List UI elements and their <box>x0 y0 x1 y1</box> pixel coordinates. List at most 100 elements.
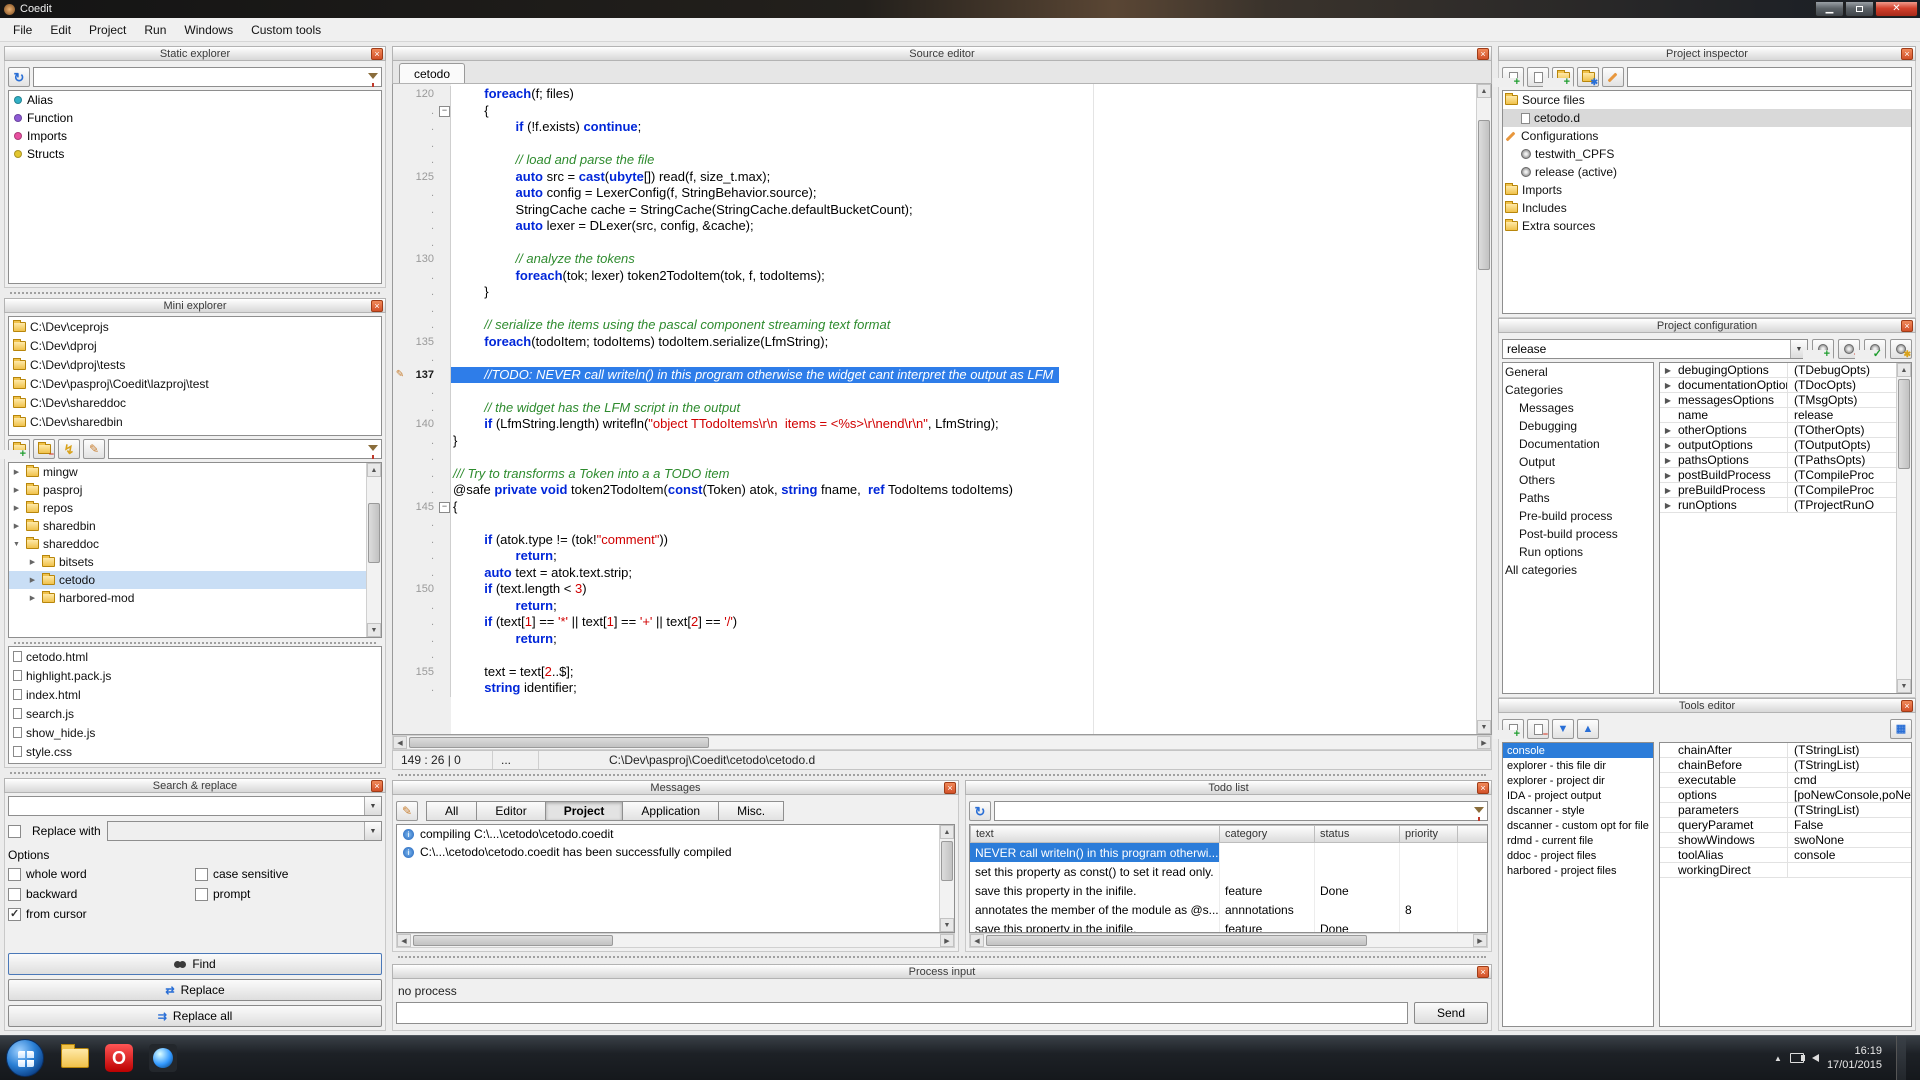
window-titlebar[interactable]: Coedit ▁ ✕ <box>0 0 1920 18</box>
splitter[interactable] <box>4 288 386 298</box>
category-item[interactable]: Documentation <box>1503 435 1653 453</box>
find-button[interactable]: Find <box>8 953 382 975</box>
inspector-tree-item[interactable]: cetodo.d <box>1503 109 1911 127</box>
expand-arrow-icon[interactable]: ▶ <box>1660 456 1676 465</box>
source-editor-header[interactable]: Source editor × <box>392 46 1492 61</box>
messages-header[interactable]: Messages × <box>392 780 959 795</box>
tool-item[interactable]: dscanner - style <box>1503 803 1653 818</box>
show-desktop-button[interactable] <box>1896 1036 1906 1080</box>
property-value[interactable]: (TMsgOpts) <box>1788 393 1911 407</box>
panel-close-icon[interactable]: × <box>1901 48 1913 60</box>
filter-icon[interactable] <box>1474 807 1484 813</box>
scroll-left-icon[interactable]: ◀ <box>970 934 984 947</box>
column-header-text[interactable]: text <box>970 825 1220 843</box>
scroll-down-icon[interactable]: ▼ <box>1477 720 1491 734</box>
process-input[interactable] <box>397 1003 1407 1023</box>
inspector-tree-item[interactable]: release (active) <box>1503 163 1911 181</box>
static-filter-input[interactable] <box>34 68 381 86</box>
property-value[interactable]: (TOutputOpts) <box>1788 438 1911 452</box>
expand-arrow-icon[interactable]: ▶ <box>1660 471 1676 480</box>
dropdown-icon[interactable]: ▼ <box>364 797 381 815</box>
todo-row[interactable]: annotates the member of the module as @s… <box>970 900 1487 919</box>
property-row[interactable]: workingDirect <box>1660 863 1911 878</box>
expander-icon[interactable]: ▶ <box>11 504 22 512</box>
scroll-thumb[interactable] <box>413 935 613 946</box>
splitter[interactable] <box>8 638 382 646</box>
scroll-thumb[interactable] <box>409 737 709 748</box>
column-header-priority[interactable]: priority <box>1400 825 1458 843</box>
code-lines[interactable]: 120foreach(f; files).{.if (!f.exists) co… <box>393 86 1476 697</box>
panel-close-icon[interactable]: × <box>1477 966 1489 978</box>
edit-button[interactable]: ✎ <box>83 439 105 459</box>
send-button[interactable]: Send <box>1414 1002 1488 1024</box>
folder-tree-item[interactable]: ▼ shareddoc <box>9 535 381 553</box>
property-value[interactable]: (TStringList) <box>1788 743 1911 757</box>
message-item[interactable]: i C:\...\cetodo\cetodo.coedit has been s… <box>397 843 954 861</box>
add-config-button[interactable]: ✱ <box>1577 67 1599 87</box>
todo-horizontal-scrollbar[interactable]: ◀ ▶ <box>969 933 1488 948</box>
checkbox[interactable] <box>8 888 21 901</box>
property-value[interactable]: release <box>1788 408 1911 422</box>
add-favorite-button[interactable]: + <box>8 439 30 459</box>
folder-tree-item[interactable]: ▶ mingw <box>9 463 381 481</box>
inspector-tree-item[interactable]: testwith_CPFS <box>1503 145 1911 163</box>
splitter[interactable] <box>392 770 1492 780</box>
expander-icon[interactable]: ▶ <box>11 468 22 476</box>
taskbar-explorer-button[interactable] <box>54 1039 96 1077</box>
property-value[interactable]: (TPathsOpts) <box>1788 453 1911 467</box>
category-item[interactable]: Pre-build process <box>1503 507 1653 525</box>
code-editor[interactable]: 120foreach(f; files).{.if (!f.exists) co… <box>392 84 1492 735</box>
menu-item[interactable]: Edit <box>41 20 80 40</box>
expander-icon[interactable]: ▶ <box>27 594 38 602</box>
checkbox[interactable] <box>8 908 21 921</box>
mini-explorer-header[interactable]: Mini explorer × <box>4 298 386 313</box>
scroll-thumb[interactable] <box>368 503 380 563</box>
expand-arrow-icon[interactable]: ▶ <box>1660 486 1676 495</box>
menu-item[interactable]: Windows <box>175 20 242 40</box>
property-row[interactable]: ▶ outputOptions (TOutputOpts) <box>1660 438 1911 453</box>
scroll-up-icon[interactable]: ▲ <box>1477 84 1491 98</box>
expander-icon[interactable]: ▶ <box>11 522 22 530</box>
panel-close-icon[interactable]: × <box>944 782 956 794</box>
tool-item[interactable]: ddoc - project files <box>1503 848 1653 863</box>
property-row[interactable]: toolAlias console <box>1660 848 1911 863</box>
menu-item[interactable]: Custom tools <box>242 20 330 40</box>
property-row[interactable]: name release <box>1660 408 1911 423</box>
configuration-combobox[interactable]: release ▼ <box>1502 339 1808 359</box>
inspector-tree-item[interactable]: Extra sources <box>1503 217 1911 235</box>
filter-icon[interactable] <box>368 73 378 79</box>
checkbox[interactable] <box>195 888 208 901</box>
scroll-up-icon[interactable]: ▲ <box>1897 363 1911 377</box>
search-replace-header[interactable]: Search & replace × <box>4 778 386 793</box>
scroll-right-icon[interactable]: ▶ <box>940 934 954 947</box>
tool-item[interactable]: rdmd - current file <box>1503 833 1653 848</box>
expand-arrow-icon[interactable]: ▶ <box>1660 381 1676 390</box>
tool-item[interactable]: explorer - project dir <box>1503 773 1653 788</box>
category-item[interactable]: All categories <box>1503 561 1653 579</box>
todo-row[interactable]: NEVER call writeln() in this program oth… <box>970 843 1487 862</box>
property-value[interactable]: (TCompileProc <box>1788 483 1911 497</box>
panel-close-icon[interactable]: × <box>1901 700 1913 712</box>
category-item[interactable]: Output <box>1503 453 1653 471</box>
search-option[interactable]: from cursor <box>8 907 195 921</box>
file-item[interactable]: cetodo.html <box>9 647 381 666</box>
panel-close-icon[interactable]: × <box>1901 320 1913 332</box>
dropdown-icon[interactable]: ▼ <box>364 822 381 840</box>
config-add-button[interactable]: + <box>1812 339 1834 359</box>
property-row[interactable]: ▶ preBuildProcess (TCompileProc <box>1660 483 1911 498</box>
property-row[interactable]: parameters (TStringList) <box>1660 803 1911 818</box>
editor-vertical-scrollbar[interactable]: ▲ ▼ <box>1476 84 1491 734</box>
messages-tab[interactable]: Misc. <box>718 801 784 821</box>
add-source-button[interactable]: + <box>1502 67 1524 87</box>
tool-run-button[interactable]: ▦ <box>1890 719 1912 739</box>
property-value[interactable]: (TOtherOpts) <box>1788 423 1911 437</box>
config-sync-button[interactable]: ✱ <box>1890 339 1912 359</box>
expand-arrow-icon[interactable]: ▶ <box>1660 441 1676 450</box>
panel-close-icon[interactable]: × <box>371 48 383 60</box>
search-option[interactable]: backward <box>8 887 195 901</box>
todo-row[interactable]: save this property in the inifile. featu… <box>970 881 1487 900</box>
column-header-category[interactable]: category <box>1220 825 1315 843</box>
messages-tab[interactable]: Application <box>622 801 719 821</box>
todo-row[interactable]: save this property in the inifile. featu… <box>970 919 1487 933</box>
project-configuration-header[interactable]: Project configuration × <box>1498 318 1916 333</box>
